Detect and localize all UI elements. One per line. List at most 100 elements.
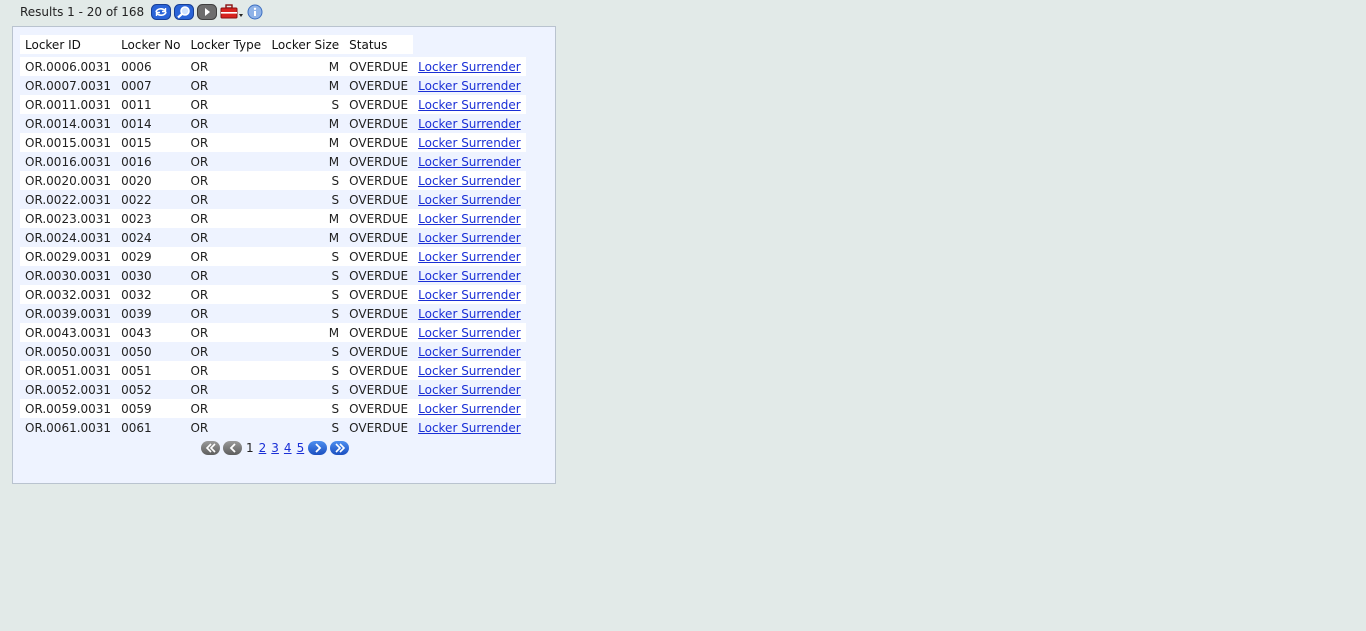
- search-icon[interactable]: [174, 4, 195, 20]
- status-cell: OVERDUE: [344, 304, 414, 323]
- table-row: OR.0023.0031 0023 OR M OVERDUE Locker Surrend…: [20, 209, 526, 228]
- table-row: OR.0022.0031 0022 OR S OVERDUE Locker Surrend…: [20, 190, 526, 209]
- header-locker-no[interactable]: Locker No: [116, 35, 186, 54]
- locker-size-cell: S: [266, 418, 345, 437]
- locker-surrender-link[interactable]: Locker Surrender: [418, 174, 521, 188]
- locker-size-cell: M: [266, 323, 345, 342]
- table-row: OR.0007.0031 0007 OR M OVERDUE Locker Surrend…: [20, 76, 526, 95]
- locker-id-cell: OR.0016.0031: [20, 152, 117, 171]
- locker-surrender-link[interactable]: Locker Surrender: [418, 155, 521, 169]
- header-action: [413, 35, 526, 54]
- table-row: OR.0059.0031 0059 OR S OVERDUE Locker Surrend…: [20, 399, 526, 418]
- locker-id-cell: OR.0061.0031: [20, 418, 117, 437]
- refresh-icon[interactable]: [151, 4, 172, 20]
- locker-size-cell: M: [266, 133, 345, 152]
- page-link-2[interactable]: 2: [259, 441, 267, 455]
- action-cell: Locker Surrender: [413, 95, 526, 114]
- locker-no-cell: 0022: [116, 190, 186, 209]
- locker-surrender-link[interactable]: Locker Surrender: [418, 193, 521, 207]
- locker-surrender-link[interactable]: Locker Surrender: [418, 250, 521, 264]
- locker-surrender-link[interactable]: Locker Surrender: [418, 212, 521, 226]
- header-locker-size[interactable]: Locker Size: [266, 35, 345, 54]
- locker-type-cell: OR: [185, 76, 267, 95]
- locker-surrender-link[interactable]: Locker Surrender: [418, 98, 521, 112]
- action-cell: Locker Surrender: [413, 152, 526, 171]
- locker-size-cell: M: [266, 152, 345, 171]
- next-page-icon[interactable]: [308, 441, 328, 455]
- header-status[interactable]: Status: [344, 35, 414, 54]
- page-link-5[interactable]: 5: [297, 441, 305, 455]
- locker-table: Locker ID Locker No Locker Type Locker S…: [20, 35, 526, 437]
- table-row: OR.0039.0031 0039 OR S OVERDUE Locker Surrend…: [20, 304, 526, 323]
- locker-size-cell: S: [266, 361, 345, 380]
- locker-surrender-link[interactable]: Locker Surrender: [418, 307, 521, 321]
- locker-type-cell: OR: [185, 152, 267, 171]
- first-page-icon[interactable]: [201, 441, 220, 455]
- locker-surrender-link[interactable]: Locker Surrender: [418, 269, 521, 283]
- action-cell: Locker Surrender: [413, 285, 526, 304]
- locker-size-cell: S: [266, 304, 345, 323]
- table-row: OR.0043.0031 0043 OR M OVERDUE Locker Surrend…: [20, 323, 526, 342]
- locker-type-cell: OR: [185, 285, 267, 304]
- toolbox-icon[interactable]: [220, 4, 244, 20]
- locker-surrender-link[interactable]: Locker Surrender: [418, 288, 521, 302]
- locker-surrender-link[interactable]: Locker Surrender: [418, 231, 521, 245]
- locker-type-cell: OR: [185, 114, 267, 133]
- locker-surrender-link[interactable]: Locker Surrender: [418, 79, 521, 93]
- locker-size-cell: S: [266, 171, 345, 190]
- prev-page-icon[interactable]: [223, 441, 242, 455]
- locker-no-cell: 0050: [116, 342, 186, 361]
- play-icon[interactable]: [197, 4, 218, 20]
- locker-id-cell: OR.0039.0031: [20, 304, 117, 323]
- action-cell: Locker Surrender: [413, 57, 526, 76]
- locker-size-cell: S: [266, 342, 345, 361]
- results-panel: Locker ID Locker No Locker Type Locker S…: [12, 26, 556, 484]
- status-cell: OVERDUE: [344, 190, 414, 209]
- locker-id-cell: OR.0022.0031: [20, 190, 117, 209]
- locker-surrender-link[interactable]: Locker Surrender: [418, 60, 521, 74]
- locker-no-cell: 0024: [116, 228, 186, 247]
- status-cell: OVERDUE: [344, 133, 414, 152]
- locker-size-cell: S: [266, 266, 345, 285]
- locker-type-cell: OR: [185, 95, 267, 114]
- locker-no-cell: 0039: [116, 304, 186, 323]
- locker-surrender-link[interactable]: Locker Surrender: [418, 364, 521, 378]
- status-cell: OVERDUE: [344, 76, 414, 95]
- locker-surrender-link[interactable]: Locker Surrender: [418, 383, 521, 397]
- table-row: OR.0050.0031 0050 OR S OVERDUE Locker Surrend…: [20, 342, 526, 361]
- locker-type-cell: OR: [185, 361, 267, 380]
- locker-no-cell: 0052: [116, 380, 186, 399]
- locker-surrender-link[interactable]: Locker Surrender: [418, 326, 521, 340]
- status-cell: OVERDUE: [344, 209, 414, 228]
- table-row: OR.0006.0031 0006 OR M OVERDUE Locker Surrend…: [20, 57, 526, 76]
- last-page-icon[interactable]: [330, 441, 350, 455]
- locker-no-cell: 0007: [116, 76, 186, 95]
- action-cell: Locker Surrender: [413, 380, 526, 399]
- table-row: OR.0014.0031 0014 OR M OVERDUE Locker Surrend…: [20, 114, 526, 133]
- header-locker-id[interactable]: Locker ID: [20, 35, 117, 54]
- header-locker-type[interactable]: Locker Type: [185, 35, 267, 54]
- locker-type-cell: OR: [185, 399, 267, 418]
- locker-no-cell: 0029: [116, 247, 186, 266]
- locker-surrender-link[interactable]: Locker Surrender: [418, 117, 521, 131]
- locker-type-cell: OR: [185, 171, 267, 190]
- locker-id-cell: OR.0020.0031: [20, 171, 117, 190]
- action-cell: Locker Surrender: [413, 304, 526, 323]
- locker-size-cell: M: [266, 57, 345, 76]
- locker-no-cell: 0043: [116, 323, 186, 342]
- locker-size-cell: S: [266, 399, 345, 418]
- page-link-4[interactable]: 4: [284, 441, 292, 455]
- locker-surrender-link[interactable]: Locker Surrender: [418, 136, 521, 150]
- table-row: OR.0015.0031 0015 OR M OVERDUE Locker Surrend…: [20, 133, 526, 152]
- table-header-row: Locker ID Locker No Locker Type Locker S…: [20, 35, 526, 54]
- locker-surrender-link[interactable]: Locker Surrender: [418, 345, 521, 359]
- locker-size-cell: S: [266, 95, 345, 114]
- locker-id-cell: OR.0015.0031: [20, 133, 117, 152]
- info-icon[interactable]: [247, 4, 263, 20]
- locker-id-cell: OR.0032.0031: [20, 285, 117, 304]
- locker-surrender-link[interactable]: Locker Surrender: [418, 402, 521, 416]
- locker-surrender-link[interactable]: Locker Surrender: [418, 421, 521, 435]
- action-cell: Locker Surrender: [413, 418, 526, 437]
- page-link-3[interactable]: 3: [271, 441, 279, 455]
- table-row: OR.0061.0031 0061 OR S OVERDUE Locker Surrend…: [20, 418, 526, 437]
